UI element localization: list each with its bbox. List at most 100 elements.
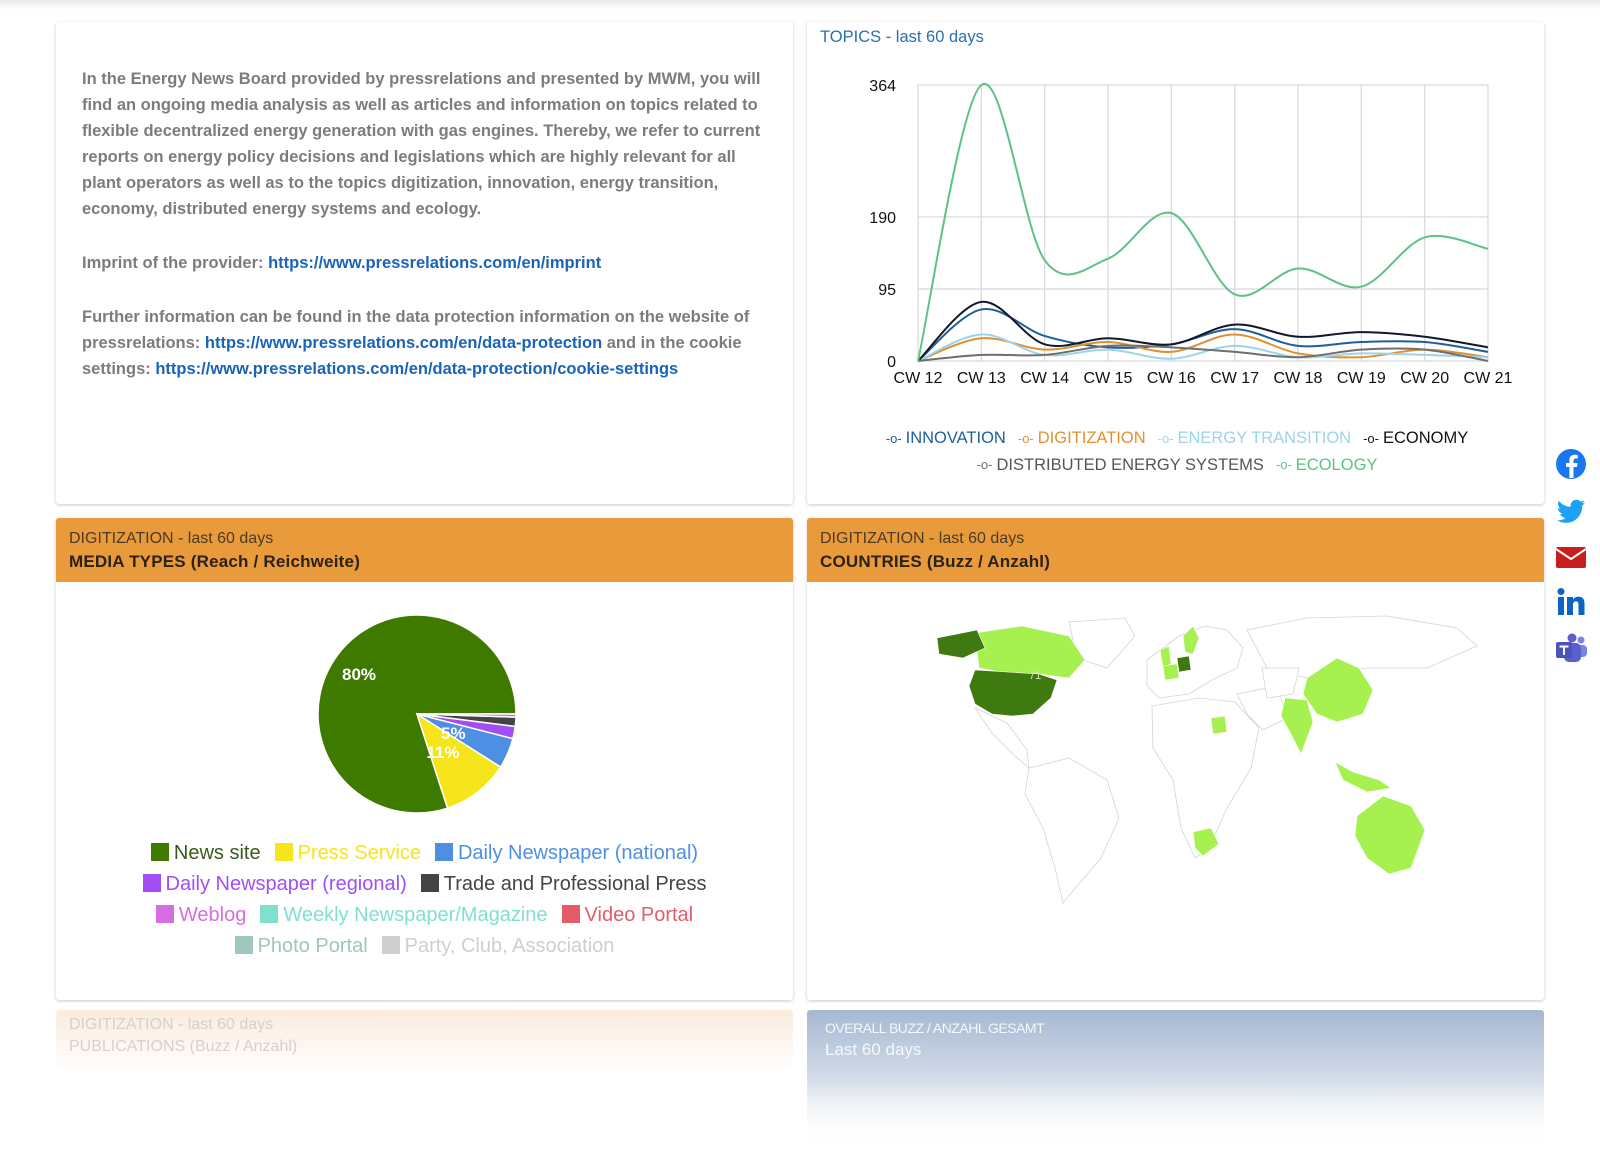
map-france — [1162, 663, 1180, 681]
legend-label: Photo Portal — [257, 935, 368, 957]
legend-swatch — [234, 936, 253, 954]
legend-label: DISTRIBUTED ENERGY SYSTEMS — [996, 455, 1264, 474]
legend-swatch — [142, 874, 161, 892]
map-india — [1280, 697, 1314, 755]
mail-icon[interactable] — [1554, 540, 1588, 574]
legend-item[interactable]: -o- INNOVATION — [886, 425, 1006, 452]
intro-paragraph: In the Energy News Board provided by pre… — [82, 70, 761, 218]
legend-swatch — [150, 843, 169, 861]
topics-card: TOPICS - last 60 days 0 95 190 364 CW 12 CW 1… — [807, 22, 1544, 504]
legend-swatch — [434, 843, 453, 861]
media-types-card: DIGITIZATION - last 60 days MEDIA TYPES … — [56, 518, 793, 1000]
y-tick-label: 95 — [878, 282, 896, 299]
map-germany — [1176, 655, 1192, 673]
legend-item[interactable]: -o- DISTRIBUTED ENERGY SYSTEMS — [977, 452, 1264, 479]
legend-label: Press Service — [297, 842, 421, 864]
legend-label: Weblog — [178, 904, 247, 926]
pie-slice-label: 5% — [441, 724, 466, 743]
legend-item[interactable]: Weekly Newspaper/Magazine — [260, 900, 548, 931]
x-tick-label: CW 15 — [1084, 370, 1133, 387]
media-types-legend: News site Press Service Daily Newspaper (n… — [76, 838, 773, 962]
x-tick-label: CW 20 — [1400, 370, 1449, 387]
x-tick-label: CW 12 — [894, 370, 943, 387]
x-tick-label: CW 19 — [1337, 370, 1386, 387]
cookie-settings-link[interactable]: https://www.pressrelations.com/en/data-p… — [155, 360, 678, 378]
legend-marker: -o- — [1275, 457, 1292, 473]
media-types-pie-chart[interactable]: 80% 11%5% — [56, 518, 793, 838]
y-tick-label: 0 — [887, 354, 896, 371]
map-value-label: 71 — [1029, 670, 1041, 682]
teams-icon[interactable] — [1554, 632, 1588, 666]
map-australia — [1354, 795, 1426, 875]
imprint-label: Imprint of the provider: — [82, 254, 269, 272]
legend-marker: -o- — [1363, 430, 1379, 446]
legend-item[interactable]: -o- ECONOMY — [1363, 425, 1468, 452]
map-central-america — [973, 707, 1030, 769]
imprint-link[interactable]: https://www.pressrelations.com/en/imprin… — [268, 254, 601, 272]
legend-marker: -o- — [885, 430, 902, 446]
series-line[interactable] — [917, 82, 1489, 362]
top-shadow — [0, 0, 1600, 10]
overall-buzz-subtitle: OVERALL BUZZ / ANZAHL GESAMT — [825, 1020, 1045, 1036]
x-tick-label: CW 18 — [1274, 370, 1323, 387]
intro-card: In the Energy News Board provided by pre… — [56, 22, 793, 504]
legend-label: Video Portal — [584, 904, 694, 926]
privacy-paragraph: Further information can be found in the … — [82, 304, 772, 382]
legend-item[interactable]: News site — [150, 838, 261, 869]
legend-item[interactable]: Video Portal — [561, 900, 694, 931]
linkedin-icon[interactable] — [1554, 585, 1588, 619]
legend-label: News site — [173, 842, 261, 864]
countries-card: DIGITIZATION - last 60 days COUNTRIES (B… — [807, 518, 1544, 1000]
twitter-icon[interactable] — [1554, 494, 1588, 528]
legend-label: ECOLOGY — [1295, 455, 1378, 474]
legend-item[interactable]: Press Service — [274, 838, 421, 869]
legend-item[interactable]: -o- ENERGY TRANSITION — [1158, 425, 1351, 452]
legend-label: ECONOMY — [1382, 429, 1469, 447]
x-tick-label: CW 17 — [1210, 370, 1259, 387]
legend-item[interactable]: Daily Newspaper (national) — [434, 838, 699, 869]
x-tick-label: CW 16 — [1147, 370, 1196, 387]
legend-swatch — [155, 905, 174, 923]
map-south-america — [1024, 757, 1120, 904]
legend-item[interactable]: Weblog — [155, 900, 247, 931]
legend-marker: -o- — [976, 457, 993, 473]
y-tick-label: 190 — [869, 210, 896, 227]
map-nigeria — [1210, 715, 1228, 735]
legend-label: Party, Club, Association — [404, 935, 615, 957]
legend-label: Trade and Professional Press — [443, 873, 707, 895]
legend-item[interactable]: -o- DIGITIZATION — [1018, 425, 1146, 452]
legend-label: DIGITIZATION — [1037, 429, 1146, 447]
legend-marker: -o- — [1017, 430, 1034, 446]
legend-swatch — [420, 874, 439, 892]
imprint-paragraph: Imprint of the provider: https://www.pre… — [82, 250, 772, 276]
map-central-asia — [1261, 667, 1300, 699]
world-map[interactable]: 71 — [807, 518, 1544, 1000]
legend-label: Weekly Newspaper/Magazine — [283, 904, 548, 926]
map-usa — [968, 669, 1058, 717]
legend-label: INNOVATION — [905, 429, 1006, 447]
x-tick-label: CW 14 — [1020, 370, 1069, 387]
pie-slice-label: 80% — [342, 665, 376, 684]
x-tick-label: CW 13 — [957, 370, 1006, 387]
legend-swatch — [260, 905, 279, 923]
legend-swatch — [274, 843, 293, 861]
legend-item[interactable]: Daily Newspaper (regional) — [142, 869, 407, 900]
publications-subtitle: DIGITIZATION - last 60 days — [69, 1016, 274, 1033]
legend-label: Daily Newspaper (regional) — [165, 873, 407, 895]
publications-title: PUBLICATIONS (Buzz / Anzahl) — [69, 1038, 298, 1055]
y-tick-label: 364 — [869, 78, 896, 95]
facebook-icon[interactable] — [1554, 447, 1588, 481]
bottom-fade — [0, 1080, 1600, 1139]
legend-item[interactable]: -o- ECOLOGY — [1276, 452, 1378, 479]
data-protection-link[interactable]: https://www.pressrelations.com/en/data-p… — [205, 334, 602, 352]
legend-label: Daily Newspaper (national) — [457, 842, 699, 864]
legend-swatch — [381, 936, 400, 954]
publications-header: DIGITIZATION - last 60 days PUBLICATIONS… — [56, 1010, 793, 1070]
topics-legend: -o- INNOVATION -o- DIGITIZATION -o- ENERGY TR… — [847, 425, 1507, 478]
legend-item[interactable]: Party, Club, Association — [381, 931, 615, 962]
legend-item[interactable]: Photo Portal — [234, 931, 368, 962]
legend-item[interactable]: Trade and Professional Press — [420, 869, 707, 900]
legend-marker: -o- — [1157, 430, 1174, 446]
overall-buzz-title: Last 60 days — [825, 1040, 922, 1059]
pie-slice-label: 11% — [426, 743, 459, 762]
